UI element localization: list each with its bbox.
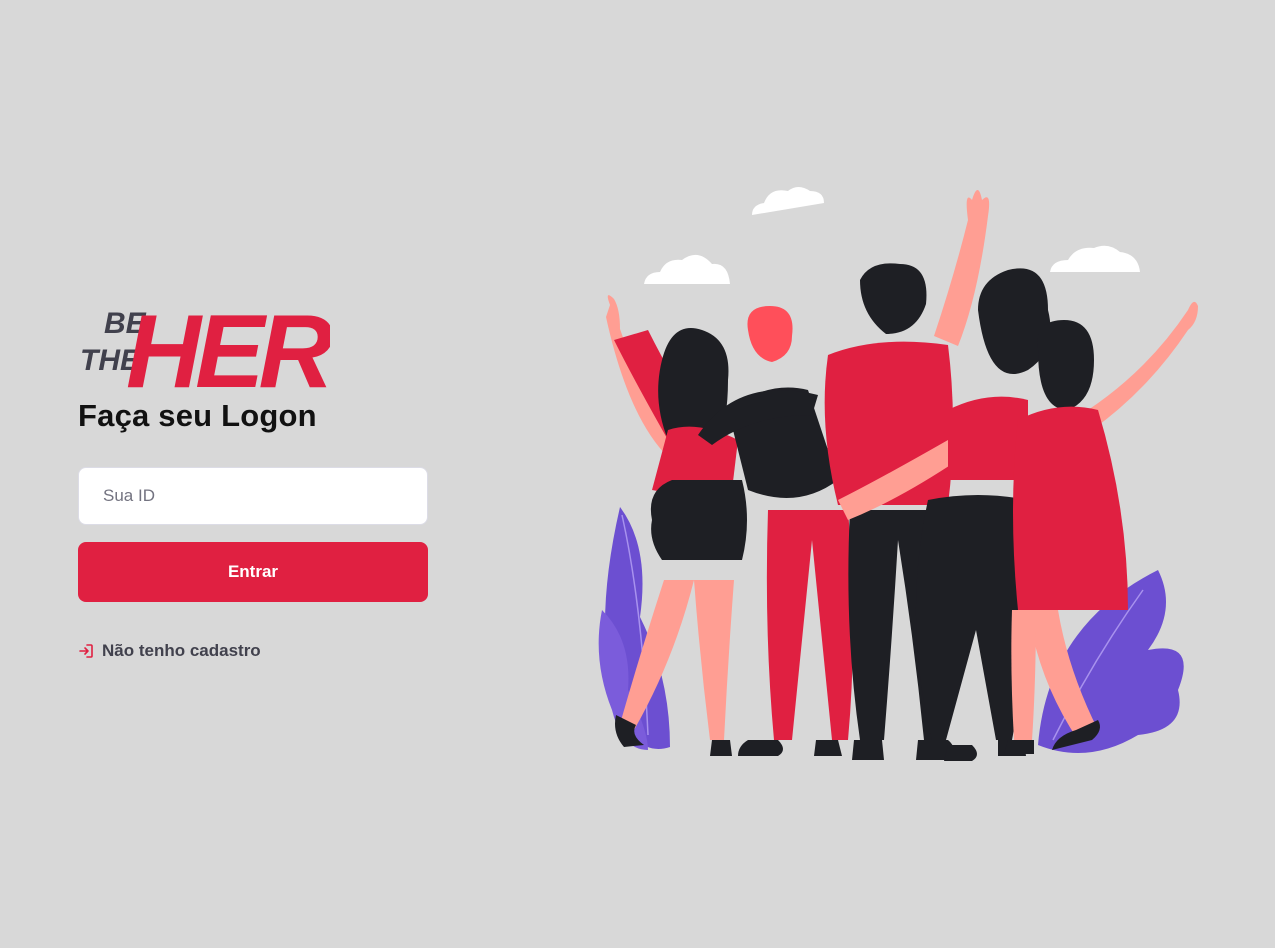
entrar-button[interactable]: Entrar [78,542,428,602]
register-link-label: Não tenho cadastro [102,641,261,660]
logon-page: BE THE HERO Faça seu Logon Entrar Não te… [0,0,1275,948]
id-input[interactable] [78,467,428,525]
cloud-right [1050,245,1140,272]
cloud-top [752,187,824,215]
logon-form-section: BE THE HERO Faça seu Logon Entrar Não te… [78,285,428,660]
page-title: Faça seu Logon [78,398,317,433]
register-link[interactable]: Não tenho cadastro [78,641,261,661]
log-in-icon [79,644,93,658]
be-the-hero-logo: BE THE HERO [80,294,330,395]
logo-hero-text: HERO [126,294,330,395]
cloud-left [644,254,730,284]
heroes-group-illustration [598,187,1198,761]
